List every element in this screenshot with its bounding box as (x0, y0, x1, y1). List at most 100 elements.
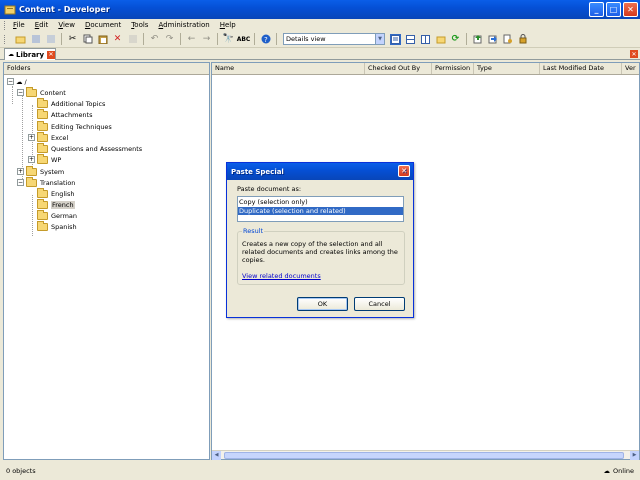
expand-icon[interactable]: + (28, 156, 35, 163)
option-duplicate[interactable]: Duplicate (selection and related) (238, 207, 403, 215)
tree-node-english[interactable]: English (37, 187, 74, 199)
redo-icon[interactable]: ↷ (164, 34, 175, 45)
chevron-down-icon[interactable]: ▼ (375, 34, 384, 44)
paste-icon[interactable] (97, 34, 108, 45)
column-checked-out-by[interactable]: Checked Out By (365, 63, 432, 74)
column-name[interactable]: Name (212, 63, 365, 74)
paste-as-listbox[interactable]: Copy (selection only) Duplicate (selecti… (237, 196, 404, 222)
menu-file[interactable]: File (13, 21, 25, 29)
view-select-value: Details view (286, 35, 326, 43)
menu-view[interactable]: View (58, 21, 75, 29)
view-select[interactable]: Details view ▼ (283, 33, 385, 45)
horizontal-scrollbar[interactable]: ◀ ▶ (212, 450, 639, 460)
split-horizontal-icon[interactable] (405, 34, 416, 45)
split-vertical-icon[interactable] (420, 34, 431, 45)
menu-help[interactable]: Help (220, 21, 236, 29)
tab-strip: ☁ Library ✕ ✕ (0, 48, 640, 60)
find-icon[interactable]: 🔭 (223, 34, 234, 45)
option-copy[interactable]: Copy (selection only) (238, 198, 403, 206)
tree-node-root[interactable]: − ☁ / (7, 76, 27, 87)
tree-node-spanish[interactable]: Spanish (37, 220, 77, 232)
folder-pane: Folders − ☁ / − Content Additional Topic… (3, 62, 210, 460)
expand-icon[interactable]: + (28, 134, 35, 141)
import-icon[interactable] (487, 34, 498, 45)
ok-button[interactable]: OK (297, 297, 348, 311)
column-headers: Name Checked Out By Permission Type Last… (212, 63, 639, 75)
menu-document[interactable]: Document (85, 21, 121, 29)
maximize-button[interactable]: □ (606, 2, 621, 17)
close-window-button[interactable]: ✕ (623, 2, 638, 17)
view-related-documents-link[interactable]: View related documents (242, 272, 321, 280)
app-icon (4, 5, 16, 14)
new-folder-icon[interactable] (435, 34, 446, 45)
tab-close-icon[interactable]: ✕ (47, 50, 55, 59)
menu-tools[interactable]: Tools (131, 21, 148, 29)
scroll-right-icon[interactable]: ▶ (630, 450, 639, 460)
tree-node-excel[interactable]: + Excel (28, 131, 68, 143)
folder-icon (26, 86, 37, 97)
forward-icon[interactable]: → (201, 34, 212, 45)
title-bar: Content - Developer _ □ ✕ (0, 0, 640, 19)
up-level-icon[interactable] (472, 34, 483, 45)
properties-icon[interactable] (127, 34, 138, 45)
column-last-modified-date[interactable]: Last Modified Date (540, 63, 622, 74)
toolbar-grip[interactable] (4, 34, 7, 44)
tree-node-editing-techniques[interactable]: Editing Techniques (37, 120, 112, 132)
back-icon[interactable]: ← (186, 34, 197, 45)
tree-node-attachments[interactable]: Attachments (37, 108, 93, 120)
collapse-icon[interactable]: − (17, 89, 24, 96)
refresh-icon[interactable]: ⟳ (450, 34, 461, 45)
dialog-close-button[interactable]: ✕ (398, 165, 410, 177)
pane-close-icon[interactable]: ✕ (630, 50, 638, 58)
tree-node-additional-topics[interactable]: Additional Topics (37, 97, 105, 109)
dialog-title-bar: Paste Special ✕ (227, 163, 413, 180)
tree-node-german[interactable]: German (37, 209, 77, 221)
collapse-icon[interactable]: − (7, 78, 14, 85)
expand-icon[interactable]: + (17, 168, 24, 175)
tree-node-wp[interactable]: + WP (28, 153, 61, 165)
folder-icon (37, 187, 48, 198)
cancel-button[interactable]: Cancel (354, 297, 405, 311)
column-type[interactable]: Type (474, 63, 540, 74)
column-version[interactable]: Ver (622, 63, 639, 74)
svg-text:?: ? (264, 36, 268, 44)
tree-node-system[interactable]: + System (17, 165, 64, 177)
tree-node-french[interactable]: French (37, 198, 75, 210)
save-icon[interactable] (30, 34, 41, 45)
collapse-icon[interactable]: − (17, 179, 24, 186)
column-permission[interactable]: Permission (432, 63, 474, 74)
minimize-button[interactable]: _ (589, 2, 604, 17)
checkout-icon[interactable] (502, 34, 513, 45)
tree-node-content[interactable]: − Content (17, 86, 66, 98)
connection-status: ☁ Online (604, 467, 634, 475)
scroll-left-icon[interactable]: ◀ (212, 450, 221, 460)
library-icon: ☁ (8, 51, 14, 58)
menu-administration[interactable]: Administration (158, 21, 209, 29)
folders-header: Folders (4, 63, 209, 75)
open-folder-icon[interactable] (15, 34, 26, 45)
toolbar: ✂ ✕ ↶ ↷ ← → 🔭 ABC ? Details view ▼ ⟳ (0, 31, 640, 48)
lock-icon[interactable] (517, 34, 528, 45)
folder-icon (37, 209, 48, 220)
checkin-icon[interactable] (45, 34, 56, 45)
tab-library[interactable]: ☁ Library ✕ (4, 48, 56, 60)
folder-icon (37, 108, 48, 119)
cut-icon[interactable]: ✂ (67, 34, 78, 45)
help-icon[interactable]: ? (260, 34, 271, 45)
folder-icon (26, 176, 37, 187)
tree-node-questions-assessments[interactable]: Questions and Assessments (37, 142, 142, 154)
tree-node-translation[interactable]: − Translation (17, 176, 75, 188)
spellcheck-icon[interactable]: ABC (237, 34, 251, 45)
result-group: Result Creates a new copy of the selecti… (237, 227, 405, 285)
scroll-thumb[interactable] (224, 452, 624, 459)
menu-bar: File Edit View Document Tools Administra… (0, 19, 640, 31)
folder-icon (26, 165, 37, 176)
delete-icon[interactable]: ✕ (112, 34, 123, 45)
menu-edit[interactable]: Edit (35, 21, 49, 29)
menu-grip[interactable] (4, 20, 7, 30)
object-count: 0 objects (6, 467, 36, 475)
status-bar: 0 objects ☁ Online (0, 462, 640, 480)
copy-icon[interactable] (82, 34, 93, 45)
undo-icon[interactable]: ↶ (149, 34, 160, 45)
details-layout-icon[interactable] (390, 33, 401, 45)
